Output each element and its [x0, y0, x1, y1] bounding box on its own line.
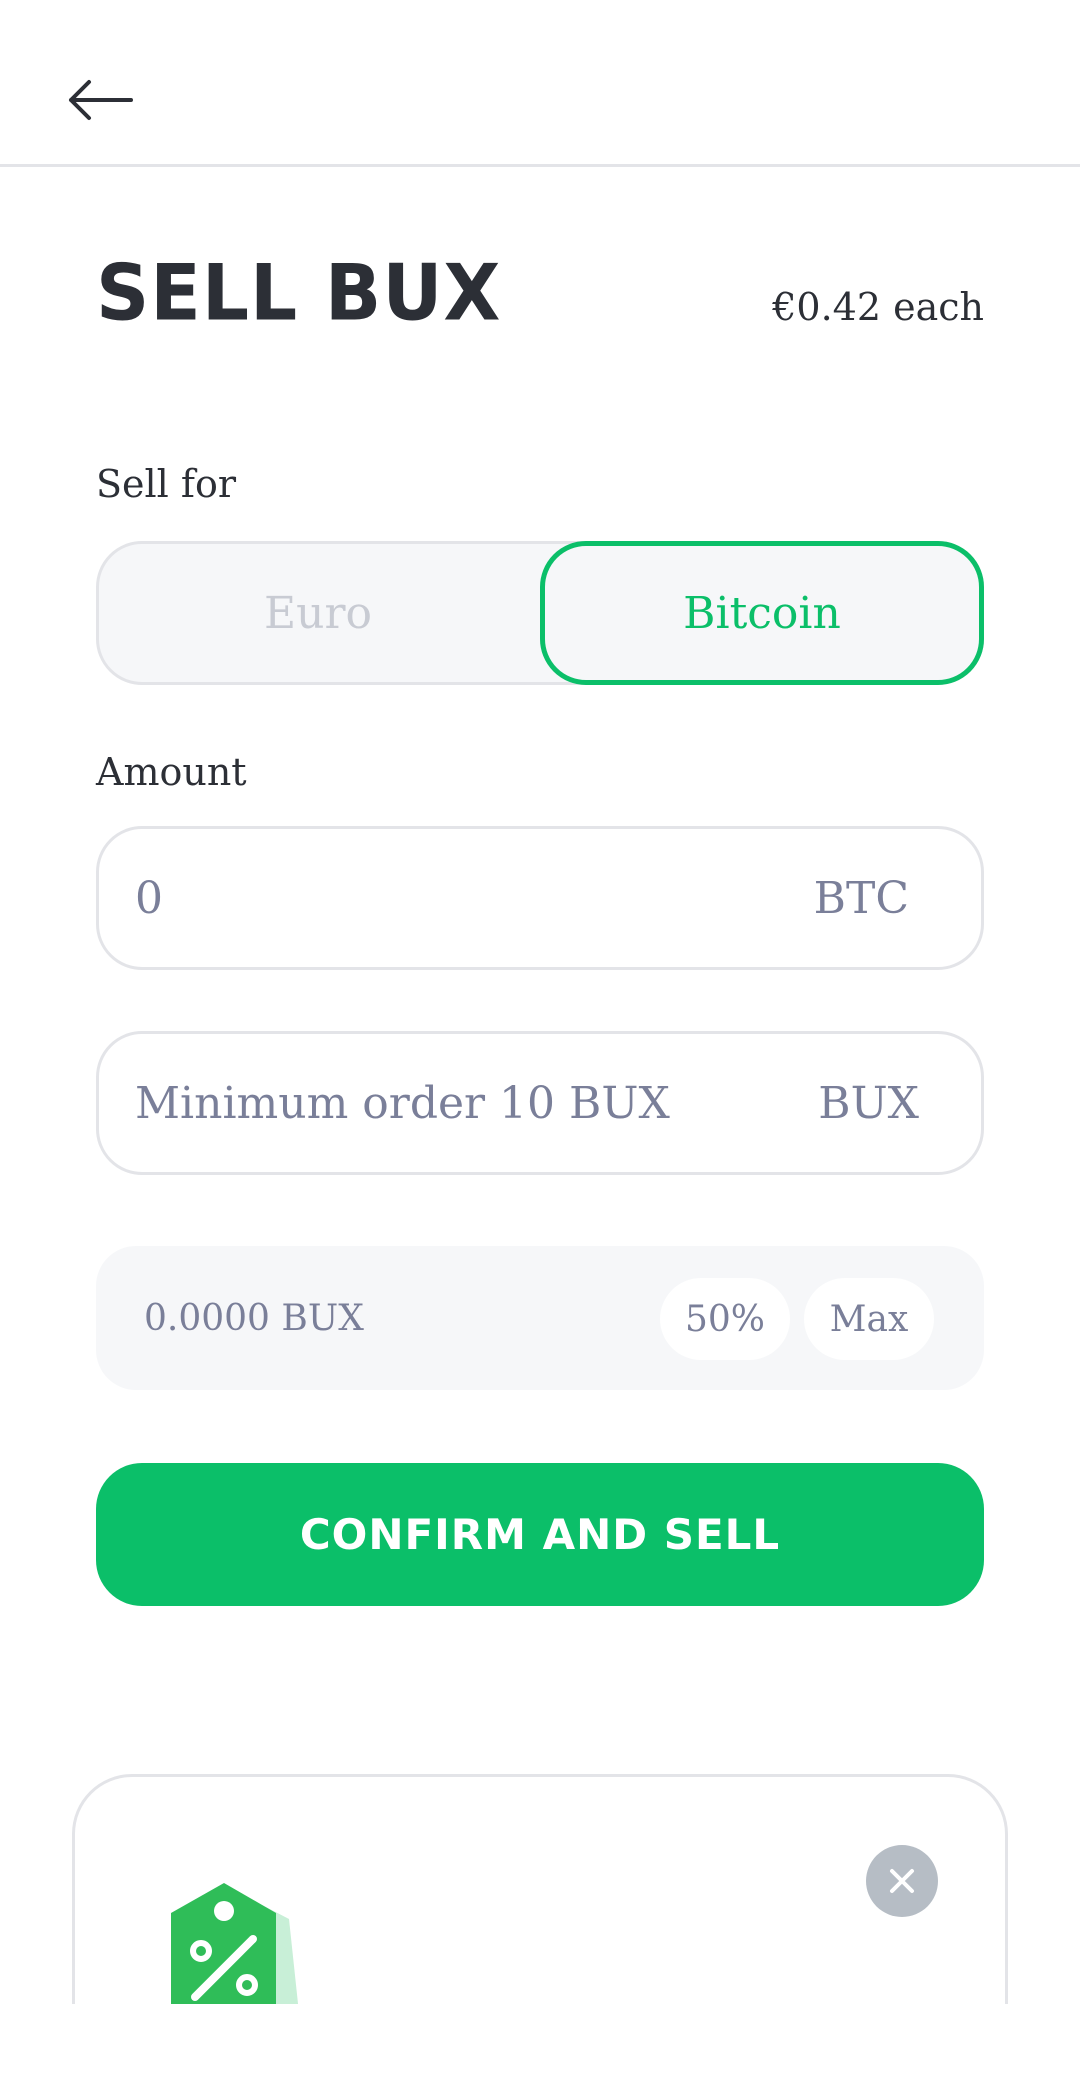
app-header: [0, 0, 1080, 167]
btc-unit-label: BTC: [813, 872, 909, 924]
close-icon: [890, 1869, 914, 1893]
bux-unit-label: BUX: [818, 1077, 919, 1129]
promo-card: [72, 1774, 1008, 2004]
amount-label: Amount: [96, 750, 247, 794]
price-each: €0.42 each: [772, 285, 984, 329]
promo-close-button[interactable]: [866, 1845, 938, 1917]
bux-balance: 0.0000 BUX: [144, 1297, 364, 1339]
confirm-and-sell-button[interactable]: CONFIRM AND SELL: [96, 1463, 984, 1606]
bux-amount-field: BUX: [96, 1031, 984, 1175]
bitcoin-option[interactable]: Bitcoin: [540, 541, 984, 685]
page-title: SELL BUX: [96, 247, 502, 339]
sell-for-segmented-control: Euro Bitcoin: [96, 541, 984, 685]
btc-amount-field: BTC: [96, 826, 984, 970]
sell-for-label: Sell for: [96, 462, 237, 506]
max-button[interactable]: Max: [804, 1278, 934, 1360]
back-button[interactable]: [60, 70, 140, 130]
bux-amount-input[interactable]: [135, 1034, 775, 1172]
fifty-percent-button[interactable]: 50%: [660, 1278, 790, 1360]
arrow-left-icon: [69, 80, 133, 120]
percent-tag-icon: [171, 1883, 299, 2004]
btc-amount-input[interactable]: [135, 829, 775, 967]
euro-option[interactable]: Euro: [96, 541, 540, 685]
balance-panel: 0.0000 BUX 50% Max: [96, 1246, 984, 1390]
